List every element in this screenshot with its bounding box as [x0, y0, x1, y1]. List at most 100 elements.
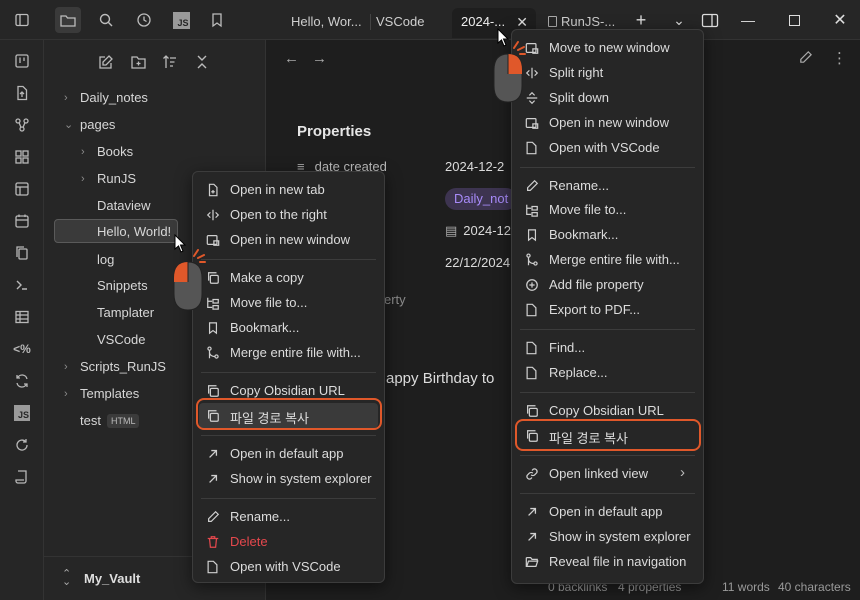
- chevron-down-icon: ⌄: [64, 119, 74, 131]
- sidebar-toggle-icon[interactable]: [9, 7, 35, 33]
- menu-separator: [520, 329, 695, 330]
- forward-arrow-icon[interactable]: →: [312, 50, 327, 67]
- tab-hello-world[interactable]: Hello, Wor...: [291, 8, 366, 38]
- menu-item-export-pdf[interactable]: Export to PDF...: [518, 297, 697, 322]
- more-options-icon[interactable]: ⋮: [832, 49, 847, 67]
- menu-item-split-down[interactable]: Split down: [518, 85, 697, 110]
- property-value-date-created[interactable]: 2024-12-2: [445, 159, 504, 174]
- menu-item-show-explorer[interactable]: Show in system explorer: [518, 524, 697, 549]
- bookmark-icon[interactable]: [204, 7, 230, 33]
- menu-item-rename[interactable]: Rename...: [518, 173, 697, 198]
- file-upload-icon[interactable]: [11, 82, 33, 104]
- folder-templates[interactable]: › Templates: [64, 382, 140, 406]
- folder-runjs[interactable]: › RunJS: [81, 167, 136, 191]
- menu-item-open-new-tab[interactable]: Open in new tab: [199, 177, 378, 202]
- plus-circle-icon: [524, 277, 539, 292]
- table-icon[interactable]: [11, 306, 33, 328]
- terminal-icon[interactable]: [11, 274, 33, 296]
- menu-item-merge-file[interactable]: Merge entire file with...: [518, 247, 697, 272]
- kanban-icon[interactable]: [11, 50, 33, 72]
- js-icon[interactable]: JS: [11, 402, 33, 424]
- new-tab-icon: [205, 182, 220, 197]
- file-tamplater[interactable]: Tamplater: [97, 301, 154, 325]
- word-count: 11 words: [722, 580, 770, 594]
- menu-item-move-file[interactable]: Move file to...: [518, 197, 697, 222]
- menu-item-replace[interactable]: Replace...: [518, 360, 697, 385]
- chevron-up-down-icon: ⌃ ⌄: [62, 568, 72, 588]
- property-value-date[interactable]: ▤ 2024-12: [445, 223, 511, 239]
- chevron-down-icon[interactable]: ⌄: [669, 10, 689, 30]
- folder-scripts-runjs[interactable]: › Scripts_RunJS: [64, 355, 166, 379]
- sort-icon[interactable]: [160, 52, 180, 72]
- menu-item-open-new-window[interactable]: Open in new window: [518, 110, 697, 135]
- tree-label: Scripts_RunJS: [80, 359, 166, 374]
- back-arrow-icon[interactable]: ←: [284, 50, 299, 67]
- menu-item-open-linked-view[interactable]: Open linked view ›: [518, 461, 697, 486]
- menu-item-make-copy[interactable]: Make a copy: [199, 265, 378, 290]
- pencil-icon: [205, 509, 220, 524]
- tree-label: test: [80, 413, 101, 428]
- menu-item-bookmark[interactable]: Bookmark...: [199, 315, 378, 340]
- scroll-icon[interactable]: [11, 466, 33, 488]
- folder-books[interactable]: › Books: [81, 140, 133, 164]
- menu-item-delete[interactable]: Delete: [199, 529, 378, 554]
- menu-item-split-right[interactable]: Split right: [518, 60, 697, 85]
- folder-icon[interactable]: [55, 7, 81, 33]
- folder-open-icon: [524, 554, 539, 569]
- file-hello-world[interactable]: Hello, World!: [54, 219, 178, 243]
- new-tab-plus-icon[interactable]: +: [631, 10, 651, 30]
- grid-icon[interactable]: [11, 146, 33, 168]
- copy-files-icon[interactable]: [11, 242, 33, 264]
- add-property-text[interactable]: erty: [384, 292, 406, 307]
- file-icon: [524, 340, 539, 355]
- right-sidebar-toggle-icon[interactable]: [700, 10, 720, 30]
- menu-item-open-vscode[interactable]: Open with VSCode: [199, 554, 378, 579]
- menu-item-show-explorer[interactable]: Show in system explorer: [199, 466, 378, 491]
- menu-item-open-new-window[interactable]: Open in new window: [199, 227, 378, 252]
- layout-icon[interactable]: [11, 178, 33, 200]
- file-dataview[interactable]: Dataview: [97, 194, 150, 218]
- menu-item-rename[interactable]: Rename...: [199, 504, 378, 529]
- maximize-icon[interactable]: [784, 10, 804, 30]
- menu-item-merge-file[interactable]: Merge entire file with...: [199, 340, 378, 365]
- file-log[interactable]: log: [97, 248, 114, 272]
- menu-item-move-file[interactable]: Move file to...: [199, 290, 378, 315]
- menu-item-open-default-app[interactable]: Open in default app: [199, 441, 378, 466]
- menu-separator: [520, 392, 695, 393]
- sync-icon[interactable]: [11, 370, 33, 392]
- menu-item-open-right[interactable]: Open to the right: [199, 202, 378, 227]
- new-folder-icon[interactable]: [128, 52, 148, 72]
- folder-daily-notes[interactable]: › Daily_notes: [64, 86, 148, 110]
- tab-vscode[interactable]: VSCode: [376, 8, 446, 38]
- refresh-icon[interactable]: [11, 434, 33, 456]
- menu-item-open-default-app[interactable]: Open in default app: [518, 499, 697, 524]
- templater-icon[interactable]: <%: [11, 338, 33, 360]
- window-icon: [524, 40, 539, 55]
- js-icon[interactable]: JS: [168, 7, 194, 33]
- file-vscode[interactable]: VSCode: [97, 328, 145, 352]
- file-test[interactable]: test HTML: [80, 409, 140, 433]
- tree-label: Templates: [80, 386, 140, 401]
- new-note-icon[interactable]: [96, 52, 116, 72]
- clock-icon[interactable]: [131, 7, 157, 33]
- folder-tree-icon: [205, 295, 220, 310]
- menu-separator: [201, 372, 376, 373]
- tag-pill[interactable]: Daily_not: [445, 188, 518, 210]
- file-snippets[interactable]: Snippets: [97, 274, 148, 298]
- menu-item-add-property[interactable]: Add file property: [518, 272, 697, 297]
- graph-icon[interactable]: [11, 114, 33, 136]
- collapse-all-icon[interactable]: [192, 52, 212, 72]
- menu-item-find[interactable]: Find...: [518, 335, 697, 360]
- search-icon[interactable]: [93, 7, 119, 33]
- menu-item-move-new-window[interactable]: Move to new window: [518, 35, 697, 60]
- edit-pencil-icon[interactable]: [798, 50, 813, 65]
- calendar-icon[interactable]: [11, 210, 33, 232]
- menu-item-bookmark[interactable]: Bookmark...: [518, 222, 697, 247]
- folder-pages[interactable]: ⌄ pages: [64, 113, 115, 137]
- window-close-icon[interactable]: ✕: [830, 10, 850, 30]
- minimize-icon[interactable]: —: [738, 10, 758, 30]
- properties-heading: Properties: [297, 123, 372, 140]
- property-value-date2[interactable]: 22/12/2024: [445, 255, 510, 270]
- menu-item-reveal-navigation[interactable]: Reveal file in navigation: [518, 549, 697, 574]
- menu-item-open-vscode[interactable]: Open with VSCode: [518, 135, 697, 160]
